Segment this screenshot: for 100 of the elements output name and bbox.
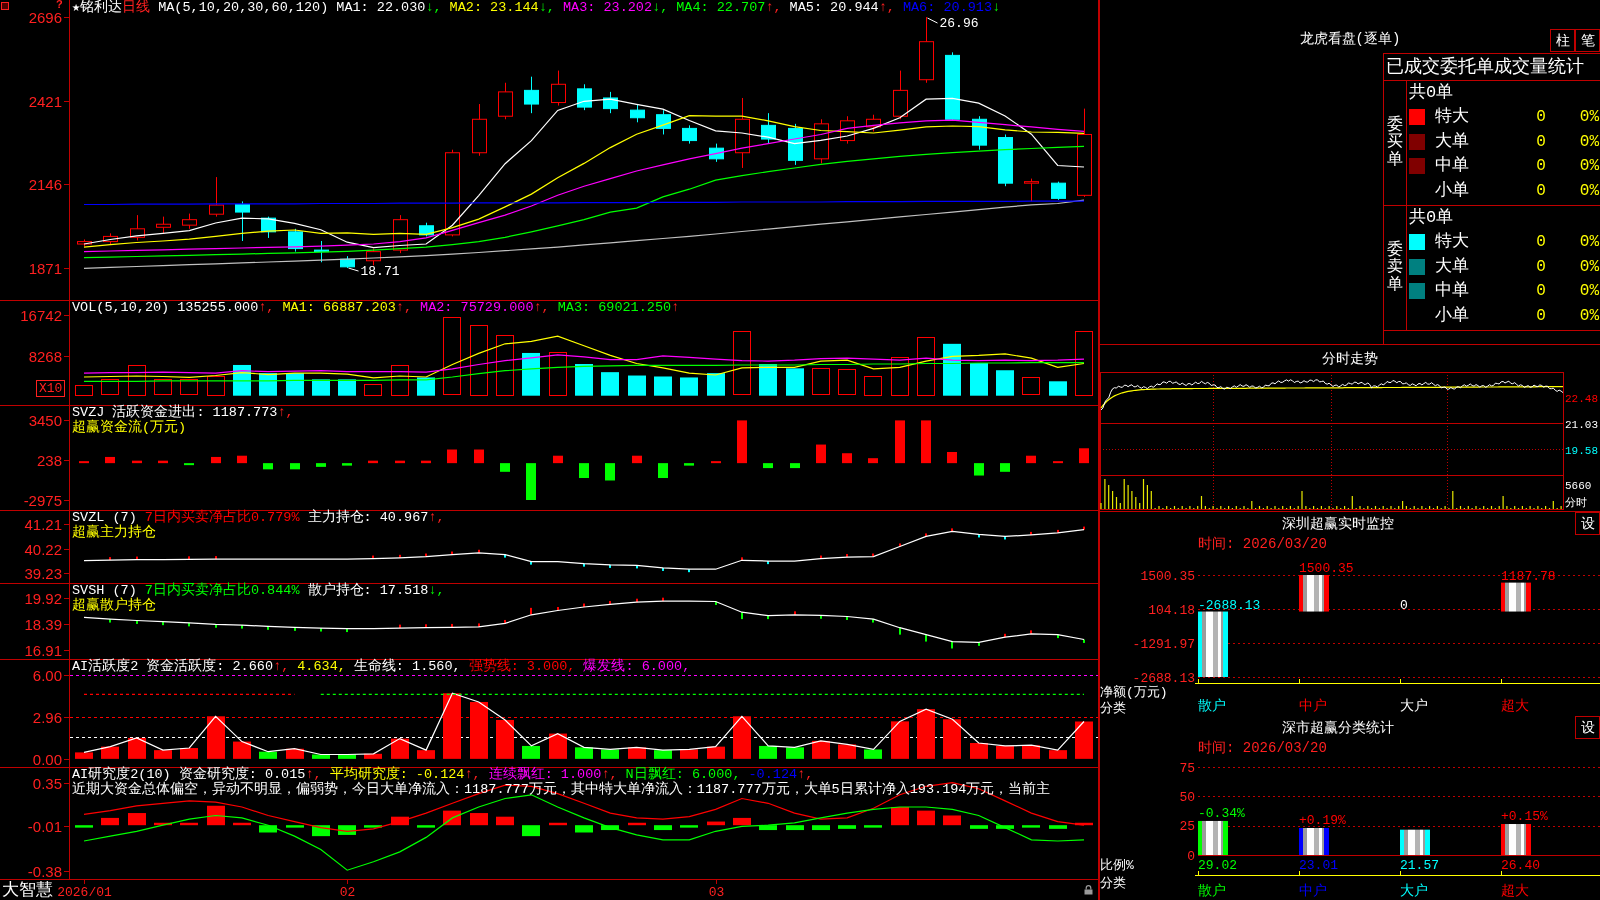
legend-value: SVZL (7) [72,510,137,525]
axis-label: 6.00 [32,666,62,684]
order-ratio: 0% [1579,181,1599,200]
trend-mark: ↑, [395,300,413,315]
period-label: 日线 [122,0,151,15]
order-ratio: 0% [1579,306,1599,325]
axis-label: 3450 [28,411,62,429]
value-label: 0 [1400,597,1408,613]
axis-label: 1871 [28,259,62,277]
legend-value: MA5: 20.944 [789,0,879,15]
order-count: 0 [1536,181,1546,200]
order-size-label: 大单 [1435,256,1469,276]
lock-icon[interactable] [1084,885,1093,895]
order-count: 0 [1536,132,1546,151]
settings-button[interactable]: 设 [1575,512,1600,535]
axis-label: 19.92 [24,589,62,607]
change-label: -0.34% [1198,805,1245,821]
trend-mark: ↑, [765,0,782,15]
price-annotation: 18.71 [348,264,400,280]
axis-title: 净额(万元) [1100,685,1168,700]
legend-value: 7日内买卖净占比0.779% [144,510,300,525]
date-label: 02 [339,885,356,900]
order-count: 0 [1536,233,1546,252]
date-label: 03 [708,885,725,900]
order-size-label: 小单 [1435,180,1469,200]
period-label: 分时 [1565,497,1587,509]
change-label: +0.15% [1501,809,1548,824]
group-label: 委卖单 [1387,241,1403,295]
trend-mark: ↑, [428,510,445,525]
axis-label: 2146 [28,175,62,193]
axis-label: 40.22 [24,540,62,558]
date-text: 时间: 2026/03/20 [1198,740,1327,756]
order-count: 0 [1536,306,1546,325]
category-label: 散户 [1198,698,1226,714]
panel-title: 深市超赢分类统计 [1281,720,1394,736]
candle [603,91,618,114]
legend-value: MA2: 75729.000 [420,300,534,315]
candle [103,232,118,245]
trend-mark: ↑, [258,300,275,315]
value-label: 23.01 [1299,858,1338,873]
order-size-label: 特大 [1435,232,1469,252]
view-toggle-button[interactable]: 笔 [1575,29,1600,52]
value-label: 29.02 [1198,858,1237,873]
annotation: 18.71 [360,264,400,280]
candle [682,124,697,145]
view-toggle-button[interactable]: 柱 [1550,29,1575,52]
legend-value: 资金活跃度: 2.660 [146,659,274,674]
legend-value: MA(5,10,20,30,60,120) [158,0,329,15]
legend-value: 爆发线: 6.000, [583,659,691,674]
category-label: 大户 [1400,698,1428,714]
legend-value: MA1: 66887.203 [282,300,396,315]
axis-label: 2421 [28,92,62,110]
order-count: 0 [1536,157,1546,176]
value-label: 1500.35 [1299,561,1354,576]
value-label: 1187.78 [1501,568,1556,584]
trend-mark: ↓ [992,0,1001,15]
settings-button[interactable]: 设 [1575,716,1600,739]
legend-value: 135255.000 [177,300,259,315]
trend-mark: ↓, [428,583,445,598]
legend-value: MA1: 22.030 [336,0,426,15]
axis-label: 8268 [28,347,62,365]
candle [314,240,329,263]
axis-label: 18.39 [24,615,62,633]
stock-name: ★铭利达 [72,0,123,15]
trend-mark: ↑, [273,659,290,674]
legend-value: 超赢资金流(万元) [72,420,187,435]
trend-mark: ↑, [464,767,481,782]
axis-label: -0.38 [27,862,62,880]
order-ratio: 0% [1579,157,1599,176]
annotation: 26.96 [939,16,979,32]
legend-value: MA2: 23.144 [449,0,539,15]
category-label: 散户 [1198,883,1226,899]
help-mark[interactable]: ? [56,0,63,10]
candle [209,176,224,218]
legend-value: 生命线: 1.560, [353,659,461,674]
candle [945,51,960,122]
candle [340,255,355,269]
order-size-label: 特大 [1435,107,1469,127]
axis-label: 50 [1179,789,1195,805]
candle [1024,178,1039,202]
legend-value: 主力持仓: 40.967 [307,510,429,525]
candle [840,115,855,145]
legend-value: 4.634, [297,659,346,674]
order-ratio: 0% [1579,257,1599,276]
value-label: 21.57 [1400,858,1439,873]
legend-value: 超赢散户持仓 [72,598,156,613]
candle [814,118,829,164]
candle [919,16,934,84]
legend-value: MA3: 69021.250 [557,300,672,315]
candle [472,103,487,157]
axis-label: 75 [1179,760,1195,776]
axis-label: 16.91 [24,641,62,659]
square-icon [1,2,9,10]
order-size-label: 大单 [1435,131,1469,151]
order-ratio: 0% [1579,132,1599,151]
volume-axis-label: 5660 [1565,480,1592,492]
axis-label: 2.96 [32,708,62,726]
order-ratio: 0% [1579,282,1599,301]
trend-mark: ↑, [305,767,322,782]
candle [261,216,276,239]
